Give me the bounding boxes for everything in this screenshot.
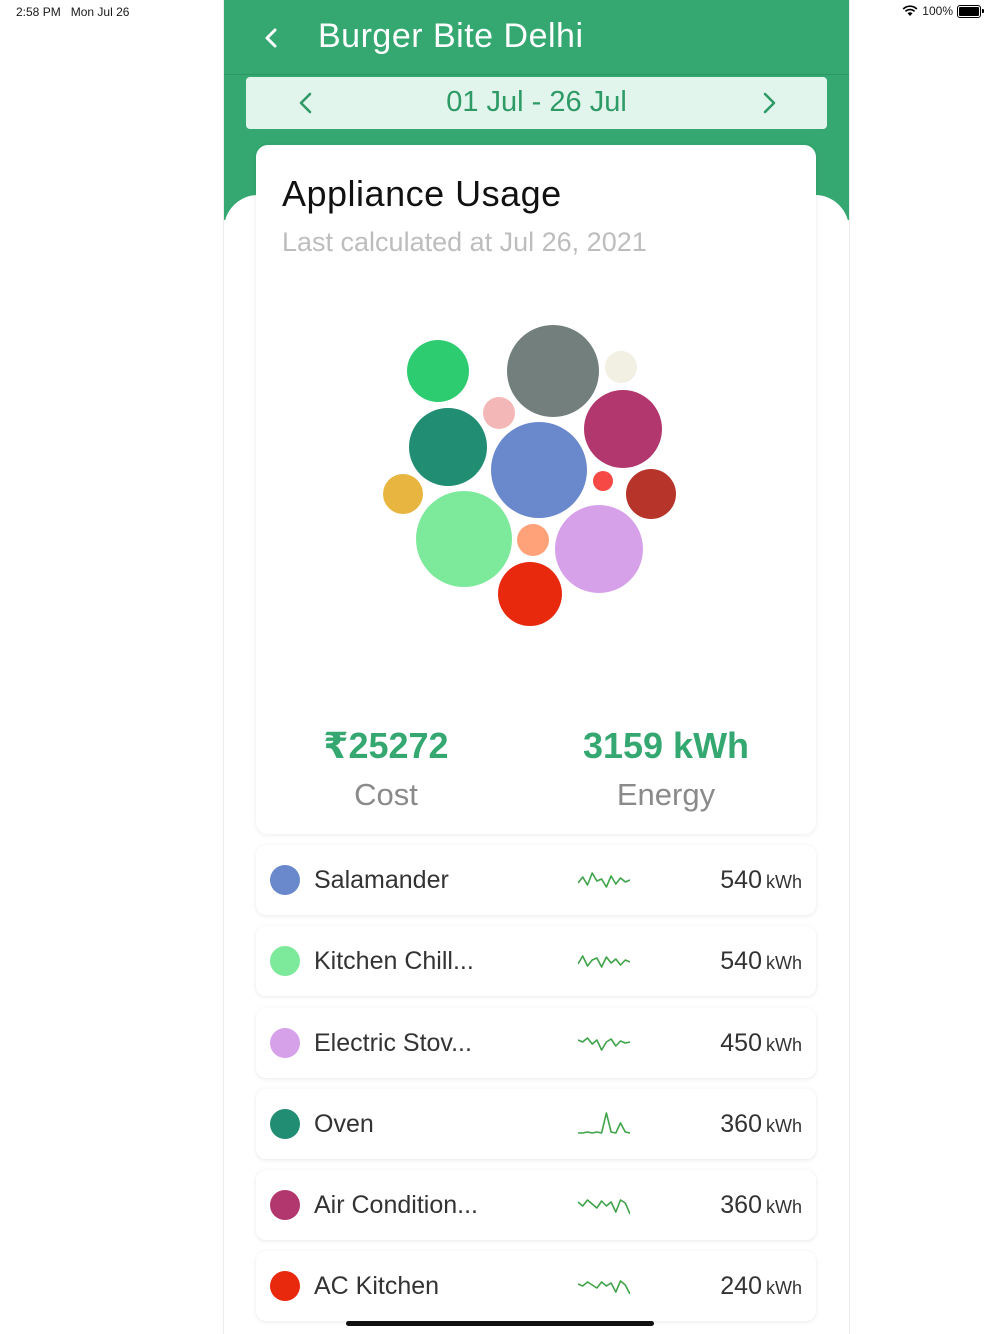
usage-sparkline-icon: [578, 955, 630, 968]
appliance-energy-value: 360 kWh: [720, 1191, 802, 1220]
appliance-name: Oven: [314, 1110, 374, 1138]
appliance-bubble[interactable]: [409, 408, 487, 486]
energy-number: 540: [720, 947, 762, 975]
energy-number: 360: [720, 1191, 762, 1219]
cost-value: ₹25272: [323, 725, 449, 766]
energy-unit: kWh: [766, 872, 802, 892]
appliance-row[interactable]: Kitchen Chill... 540 kWh: [256, 926, 816, 996]
appliance-color-dot: [270, 865, 300, 895]
appliance-bubble[interactable]: [593, 471, 613, 491]
appliance-name: Salamander: [314, 866, 449, 894]
usage-sparkline-icon: [578, 1199, 630, 1215]
usage-sparkline-icon: [578, 1280, 630, 1295]
cost-stat: ₹25272 Cost: [266, 725, 506, 813]
appliance-name: Kitchen Chill...: [314, 947, 474, 975]
appliance-bubble[interactable]: [383, 474, 423, 514]
appliance-energy-value: 540 kWh: [720, 947, 802, 976]
appliance-bubble[interactable]: [605, 351, 637, 383]
appliance-bubble[interactable]: [626, 469, 676, 519]
appliance-usage-card: Appliance Usage Last calculated at Jul 2…: [256, 145, 816, 834]
battery-percentage: 100%: [922, 4, 953, 18]
page-title: Burger Bite Delhi: [318, 17, 584, 55]
usage-sparkline-icon: [578, 1112, 630, 1134]
cost-label: Cost: [354, 777, 418, 812]
header-divider: [224, 74, 849, 75]
usage-sparkline-icon: [578, 1037, 630, 1051]
status-time: 2:58 PM Mon Jul 26: [16, 5, 130, 19]
chevron-left-icon: [265, 28, 277, 48]
energy-label: Energy: [616, 777, 716, 812]
energy-unit: kWh: [766, 1278, 802, 1298]
appliance-bubble[interactable]: [584, 390, 662, 468]
energy-number: 360: [720, 1110, 762, 1138]
usage-sparkline-icon: [578, 872, 630, 888]
appliance-row[interactable]: AC Kitchen 240 kWh: [256, 1251, 816, 1321]
appliance-color-dot: [270, 1109, 300, 1139]
appliance-energy-value: 240 kWh: [720, 1272, 802, 1301]
appliance-bubble[interactable]: [416, 491, 512, 587]
energy-number: 240: [720, 1272, 762, 1300]
appliance-bubble[interactable]: [517, 524, 549, 556]
appliance-row[interactable]: Electric Stov... 450 kWh: [256, 1008, 816, 1078]
next-period-button[interactable]: [751, 85, 787, 121]
appliance-bubble[interactable]: [483, 397, 515, 429]
wifi-icon: [902, 5, 918, 16]
appliance-color-dot: [270, 1190, 300, 1220]
appliance-color-dot: [270, 1271, 300, 1301]
back-button[interactable]: [254, 20, 290, 56]
date-range-label: 01 Jul - 26 Jul: [446, 86, 627, 118]
status-indicators: 100%: [902, 4, 984, 18]
chevron-right-icon: [763, 92, 776, 114]
home-indicator: [346, 1321, 654, 1326]
appliance-row[interactable]: Air Condition... 360 kWh: [256, 1170, 816, 1240]
appliance-name: AC Kitchen: [314, 1272, 440, 1300]
appliance-energy-value: 540 kWh: [720, 866, 802, 895]
appliance-bubble[interactable]: [555, 505, 643, 593]
energy-stat: 3159 kWh Energy: [546, 725, 786, 813]
appliance-name: Air Condition...: [314, 1191, 478, 1219]
energy-unit: kWh: [766, 1116, 802, 1136]
appliance-energy-value: 450 kWh: [720, 1029, 802, 1058]
appliance-bubble[interactable]: [407, 340, 469, 402]
appliance-bubble[interactable]: [507, 325, 599, 417]
energy-value: 3159 kWh: [582, 725, 750, 766]
appliance-row[interactable]: Oven 360 kWh: [256, 1089, 816, 1159]
appliance-color-dot: [270, 1028, 300, 1058]
appliance-bubble[interactable]: [498, 562, 562, 626]
appliance-color-dot: [270, 946, 300, 976]
energy-number: 540: [720, 866, 762, 894]
battery-icon: [957, 4, 981, 18]
appliance-name: Electric Stov...: [314, 1029, 472, 1057]
appliance-row[interactable]: Salamander 540 kWh: [256, 845, 816, 915]
appliance-energy-value: 360 kWh: [720, 1110, 802, 1139]
date-range-selector: 01 Jul - 26 Jul: [246, 77, 827, 129]
appliance-bubble[interactable]: [491, 422, 587, 518]
energy-number: 450: [720, 1029, 762, 1057]
energy-unit: kWh: [766, 953, 802, 973]
energy-unit: kWh: [766, 1035, 802, 1055]
app-screen: Burger Bite Delhi 01 Jul - 26 Jul Applia…: [223, 0, 850, 1334]
energy-unit: kWh: [766, 1197, 802, 1217]
